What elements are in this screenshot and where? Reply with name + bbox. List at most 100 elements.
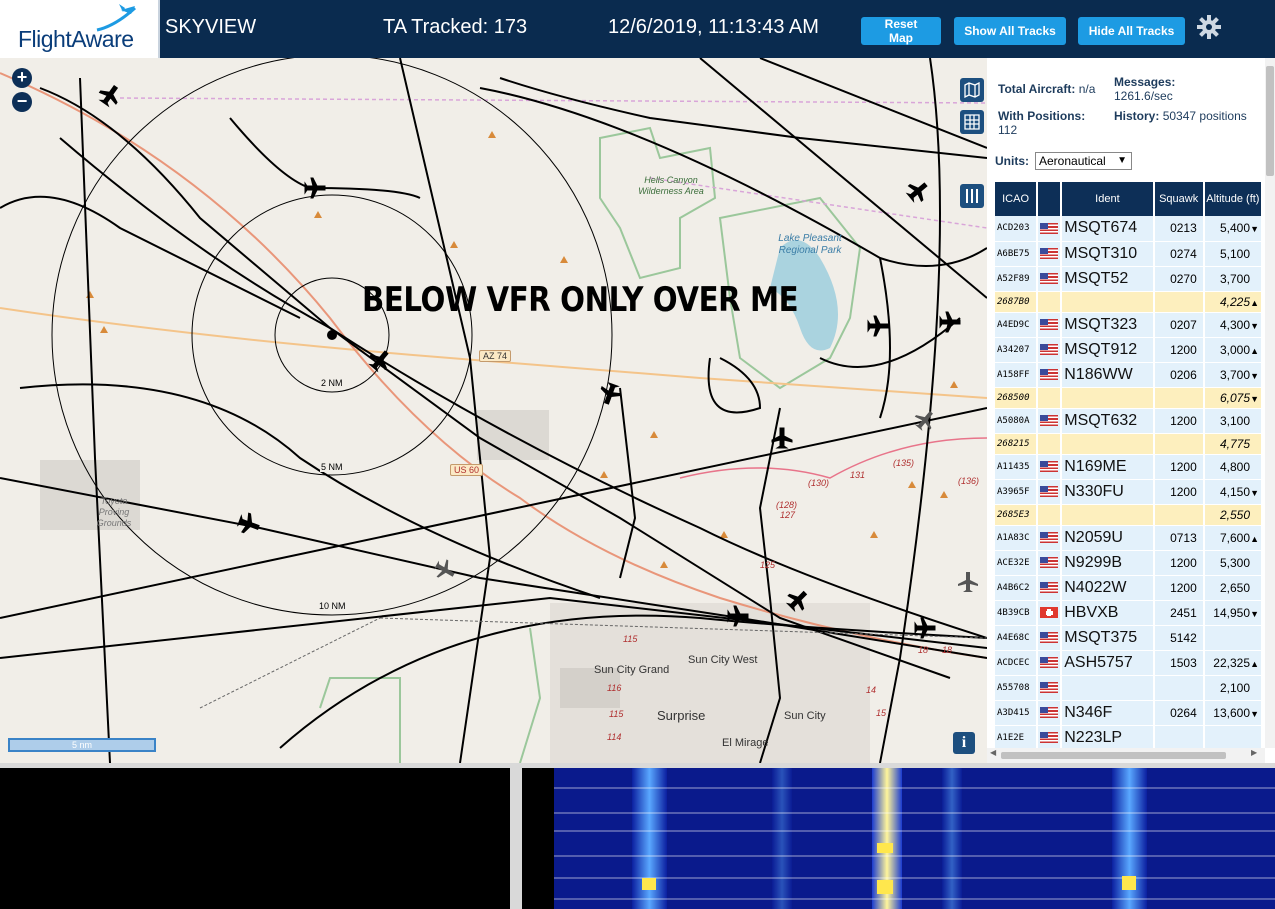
col-icao[interactable]: ICAO bbox=[995, 182, 1039, 216]
squawk-cell: 1200 bbox=[1153, 337, 1205, 363]
table-row[interactable]: A52F89 MSQT52 0270 3,700 bbox=[995, 266, 1264, 292]
ident-cell: N9299B bbox=[1061, 550, 1155, 576]
col-altitude[interactable]: Altitude (ft) bbox=[1203, 182, 1264, 216]
squawk-cell bbox=[1153, 725, 1205, 751]
ring-label-5nm: 5 NM bbox=[320, 462, 344, 472]
altitude-trend-icon: ▲ bbox=[1250, 297, 1259, 308]
table-row[interactable]: A3965F N330FU 1200 4,150▼ bbox=[995, 479, 1264, 505]
messages-stat: Messages: 1261.6/sec bbox=[1114, 75, 1264, 103]
table-row[interactable]: ACD203 MSQT674 0213 5,400▼ bbox=[995, 216, 1264, 242]
flag-cell bbox=[1037, 216, 1063, 242]
table-row[interactable]: A34207 MSQT912 1200 3,000▲ bbox=[995, 337, 1264, 363]
altitude-cell: 4,800 bbox=[1203, 454, 1264, 480]
units-select[interactable]: Aeronautical ▼ bbox=[1035, 152, 1132, 170]
zoom-in-button[interactable]: + bbox=[12, 68, 32, 88]
table-row[interactable]: A4ED9C MSQT323 0207 4,300▼ bbox=[995, 312, 1264, 338]
route-number: (135) bbox=[893, 458, 915, 468]
altitude-cell: 2,550 bbox=[1203, 504, 1264, 526]
table-row[interactable]: 2685E3 2,550 bbox=[995, 504, 1264, 526]
us-flag-icon bbox=[1040, 248, 1059, 260]
altitude-value: 3,100 bbox=[1219, 413, 1250, 428]
altitude-value: 3,700 bbox=[1219, 271, 1250, 286]
table-row[interactable]: 268500 6,075▼ bbox=[995, 387, 1264, 409]
altitude-cell: 4,775 bbox=[1203, 433, 1264, 455]
altitude-cell: 22,325▲ bbox=[1203, 650, 1264, 676]
flag-cell bbox=[1037, 312, 1063, 338]
table-row[interactable]: A1E2E N223LP bbox=[995, 725, 1264, 751]
table-row[interactable]: A4B6C2 N4022W 1200 2,650 bbox=[995, 575, 1264, 601]
ident-cell: N346F bbox=[1061, 700, 1155, 726]
grid-toggle-icon[interactable] bbox=[960, 110, 984, 134]
reset-map-button[interactable]: Reset Map bbox=[861, 17, 941, 45]
altitude-cell bbox=[1203, 625, 1264, 651]
flag-cell bbox=[1037, 700, 1063, 726]
ident-cell: MSQT52 bbox=[1061, 266, 1155, 292]
squawk-cell: 0207 bbox=[1153, 312, 1205, 338]
col-squawk[interactable]: Squawk bbox=[1153, 182, 1205, 216]
table-row[interactable]: 2687B0 4,225▲ bbox=[995, 291, 1264, 313]
col-flag[interactable] bbox=[1037, 182, 1063, 216]
altitude-trend-icon: ▼ bbox=[1250, 487, 1259, 498]
flightaware-logo[interactable]: FlightAware bbox=[0, 0, 160, 58]
squawk-cell: 1200 bbox=[1153, 454, 1205, 480]
map-layers-icon[interactable] bbox=[960, 78, 984, 102]
info-button[interactable]: i bbox=[953, 732, 975, 754]
altitude-value: 2,550 bbox=[1219, 507, 1250, 522]
zoom-out-button[interactable]: − bbox=[12, 92, 32, 112]
map-view[interactable]: + − BELOW VFR ONLY OVER ME 2 NM 5 NM 10 … bbox=[0, 58, 987, 763]
scroll-left-icon[interactable]: ◀ bbox=[990, 748, 996, 757]
flag-cell bbox=[1037, 362, 1063, 388]
place-lake-pleasant: Lake Pleasant Regional Park bbox=[778, 233, 842, 256]
sidebar-h-scrollbar[interactable]: ◀ ▶ bbox=[987, 748, 1265, 763]
ring-label-2nm: 2 NM bbox=[320, 378, 344, 388]
brand-name: FlightAware bbox=[18, 26, 134, 52]
altitude-value: 6,075 bbox=[1219, 390, 1250, 405]
chevron-down-icon: ▼ bbox=[1117, 155, 1127, 166]
hide-all-tracks-button[interactable]: Hide All Tracks bbox=[1078, 17, 1185, 45]
scroll-right-icon[interactable]: ▶ bbox=[1251, 748, 1257, 757]
sidebar-scrollbar[interactable] bbox=[1265, 58, 1275, 748]
altitude-cell: 6,075▼ bbox=[1203, 387, 1264, 409]
show-all-tracks-button[interactable]: Show All Tracks bbox=[954, 17, 1066, 45]
map-canvas[interactable] bbox=[0, 58, 987, 763]
icao-cell: A1E2E bbox=[995, 725, 1039, 751]
col-ident[interactable]: Ident bbox=[1061, 182, 1155, 216]
icao-cell: 268215 bbox=[995, 433, 1039, 455]
table-row[interactable]: A6BE75 MSQT310 0274 5,100 bbox=[995, 241, 1264, 267]
h-scroll-thumb[interactable] bbox=[1001, 752, 1226, 759]
table-row[interactable]: A4E68C MSQT375 5142 bbox=[995, 625, 1264, 651]
ident-cell: MSQT375 bbox=[1061, 625, 1155, 651]
ident-cell: HBVXB bbox=[1061, 600, 1155, 626]
spectrum-waterfall bbox=[522, 768, 1275, 909]
table-row[interactable]: 268215 4,775 bbox=[995, 433, 1264, 455]
squawk-cell bbox=[1153, 387, 1205, 409]
flag-cell bbox=[1037, 241, 1063, 267]
table-row[interactable]: A55708 2,100 bbox=[995, 675, 1264, 701]
gear-icon[interactable] bbox=[1196, 14, 1222, 40]
table-row[interactable]: A1A83C N2059U 0713 7,600▲ bbox=[995, 525, 1264, 551]
squawk-cell bbox=[1153, 433, 1205, 455]
table-row[interactable]: ACDCEC ASH5757 1503 22,325▲ bbox=[995, 650, 1264, 676]
history-label: History: bbox=[1114, 109, 1160, 123]
table-row[interactable]: A11435 N169ME 1200 4,800 bbox=[995, 454, 1264, 480]
flag-cell bbox=[1037, 387, 1063, 409]
table-row[interactable]: A158FF N186WW 0206 3,700▼ bbox=[995, 362, 1264, 388]
altitude-trend-icon: ▲ bbox=[1250, 658, 1259, 669]
left-bottom-panel bbox=[0, 768, 510, 909]
scroll-thumb[interactable] bbox=[1266, 66, 1274, 176]
route-number: 18 bbox=[918, 645, 929, 655]
flag-cell bbox=[1037, 575, 1063, 601]
altitude-trend-icon: ▼ bbox=[1250, 708, 1259, 719]
altitude-value: 22,325 bbox=[1213, 655, 1250, 670]
squawk-cell: 1503 bbox=[1153, 650, 1205, 676]
table-row[interactable]: 4B39CB HBVXB 2451 14,950▼ bbox=[995, 600, 1264, 626]
ident-cell: MSQT323 bbox=[1061, 312, 1155, 338]
table-row[interactable]: A3D415 N346F 0264 13,600▼ bbox=[995, 700, 1264, 726]
table-row[interactable]: A5080A MSQT632 1200 3,100 bbox=[995, 408, 1264, 434]
us-flag-icon bbox=[1040, 657, 1059, 669]
table-row[interactable]: ACE32E N9299B 1200 5,300 bbox=[995, 550, 1264, 576]
altitude-cell: 5,300 bbox=[1203, 550, 1264, 576]
total-aircraft-stat: Total Aircraft: n/a bbox=[998, 82, 1095, 96]
altitude-cell: 3,700▼ bbox=[1203, 362, 1264, 388]
columns-toggle-icon[interactable] bbox=[960, 184, 984, 208]
